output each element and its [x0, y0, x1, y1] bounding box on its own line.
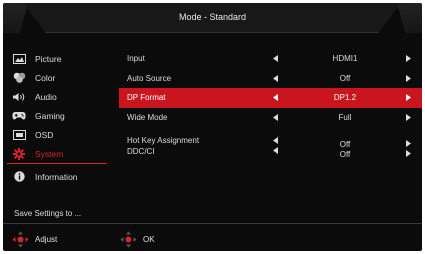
ok-hint: OK: [120, 231, 155, 248]
setting-value: Full: [338, 112, 352, 122]
arrow-right-icon[interactable]: [406, 149, 411, 159]
dpad-adjust-icon: [12, 231, 29, 248]
sidebar-item-label: Audio: [35, 91, 57, 102]
arrow-left-icon[interactable]: [273, 146, 278, 156]
sidebar-item-information[interactable]: Information: [7, 167, 107, 186]
setting-value: Off: [339, 149, 351, 159]
arrow-right-icon[interactable]: [406, 113, 411, 123]
arrow-left-icon[interactable]: [273, 74, 278, 84]
gaming-icon: [12, 110, 26, 122]
sidebar-item-label: System: [35, 148, 64, 159]
sidebar-item-audio[interactable]: Audio: [7, 87, 107, 106]
setting-row-ddc-ci[interactable]: DDC/CI Off: [119, 146, 422, 165]
arrow-left-icon[interactable]: [273, 55, 278, 64]
setting-value: HDMI1: [332, 54, 358, 63]
adjust-hint: Adjust: [12, 231, 57, 248]
arrow-right-icon[interactable]: [406, 74, 411, 84]
setting-row-dp-format[interactable]: DP Format DP1.2: [119, 88, 422, 108]
menu-title: Mode - Standard: [178, 12, 247, 22]
arrow-right-icon[interactable]: [406, 55, 411, 64]
osd-icon: [12, 129, 26, 141]
color-icon: [12, 72, 26, 84]
setting-label: Input: [127, 54, 145, 63]
arrow-right-icon[interactable]: [406, 94, 411, 103]
footer-divider: [3, 223, 422, 224]
dpad-ok-icon: [120, 231, 137, 248]
information-icon: [12, 171, 26, 183]
sidebar-item-label: Picture: [35, 53, 62, 64]
arrow-left-icon[interactable]: [273, 94, 278, 103]
setting-label: Hot Key Assignment: [127, 136, 200, 145]
setting-value: Off: [339, 73, 351, 83]
setting-label: DDC/CI: [127, 146, 155, 156]
sidebar-item-system[interactable]: System: [7, 144, 107, 164]
ok-label: OK: [143, 235, 155, 244]
row-spacer: [119, 127, 422, 136]
settings-list: Input HDMI1 Auto Source Off DP Format DP…: [119, 49, 422, 165]
sidebar-item-label: Information: [35, 171, 78, 182]
sidebar: Picture Color Audio Gaming OSD System In…: [3, 49, 109, 186]
sidebar-item-color[interactable]: Color: [7, 68, 107, 87]
sidebar-item-label: Color: [35, 72, 56, 83]
setting-value: DP1.2: [333, 93, 357, 102]
picture-icon: [12, 53, 26, 65]
arrow-left-icon[interactable]: [273, 113, 278, 123]
sidebar-item-osd[interactable]: OSD: [7, 125, 107, 144]
setting-row-input[interactable]: Input HDMI1: [119, 49, 422, 69]
sidebar-item-gaming[interactable]: Gaming: [7, 106, 107, 125]
sidebar-item-label: Gaming: [35, 110, 65, 121]
osd-menu: Mode - Standard Picture Color Audio Gami…: [3, 3, 422, 251]
system-gear-icon: [12, 147, 26, 160]
setting-row-wide-mode[interactable]: Wide Mode Full: [119, 108, 422, 128]
sidebar-item-picture[interactable]: Picture: [7, 49, 107, 68]
setting-label: DP Format: [127, 93, 166, 102]
adjust-label: Adjust: [35, 235, 58, 244]
save-settings-item[interactable]: Save Settings to ...: [14, 209, 81, 218]
setting-row-hot-key-assignment[interactable]: Hot Key Assignment Off: [119, 136, 422, 149]
sidebar-item-label: OSD: [35, 129, 54, 140]
setting-row-auto-source[interactable]: Auto Source Off: [119, 69, 422, 89]
audio-icon: [12, 91, 26, 103]
setting-label: Auto Source: [127, 73, 172, 83]
setting-label: Wide Mode: [127, 112, 168, 122]
